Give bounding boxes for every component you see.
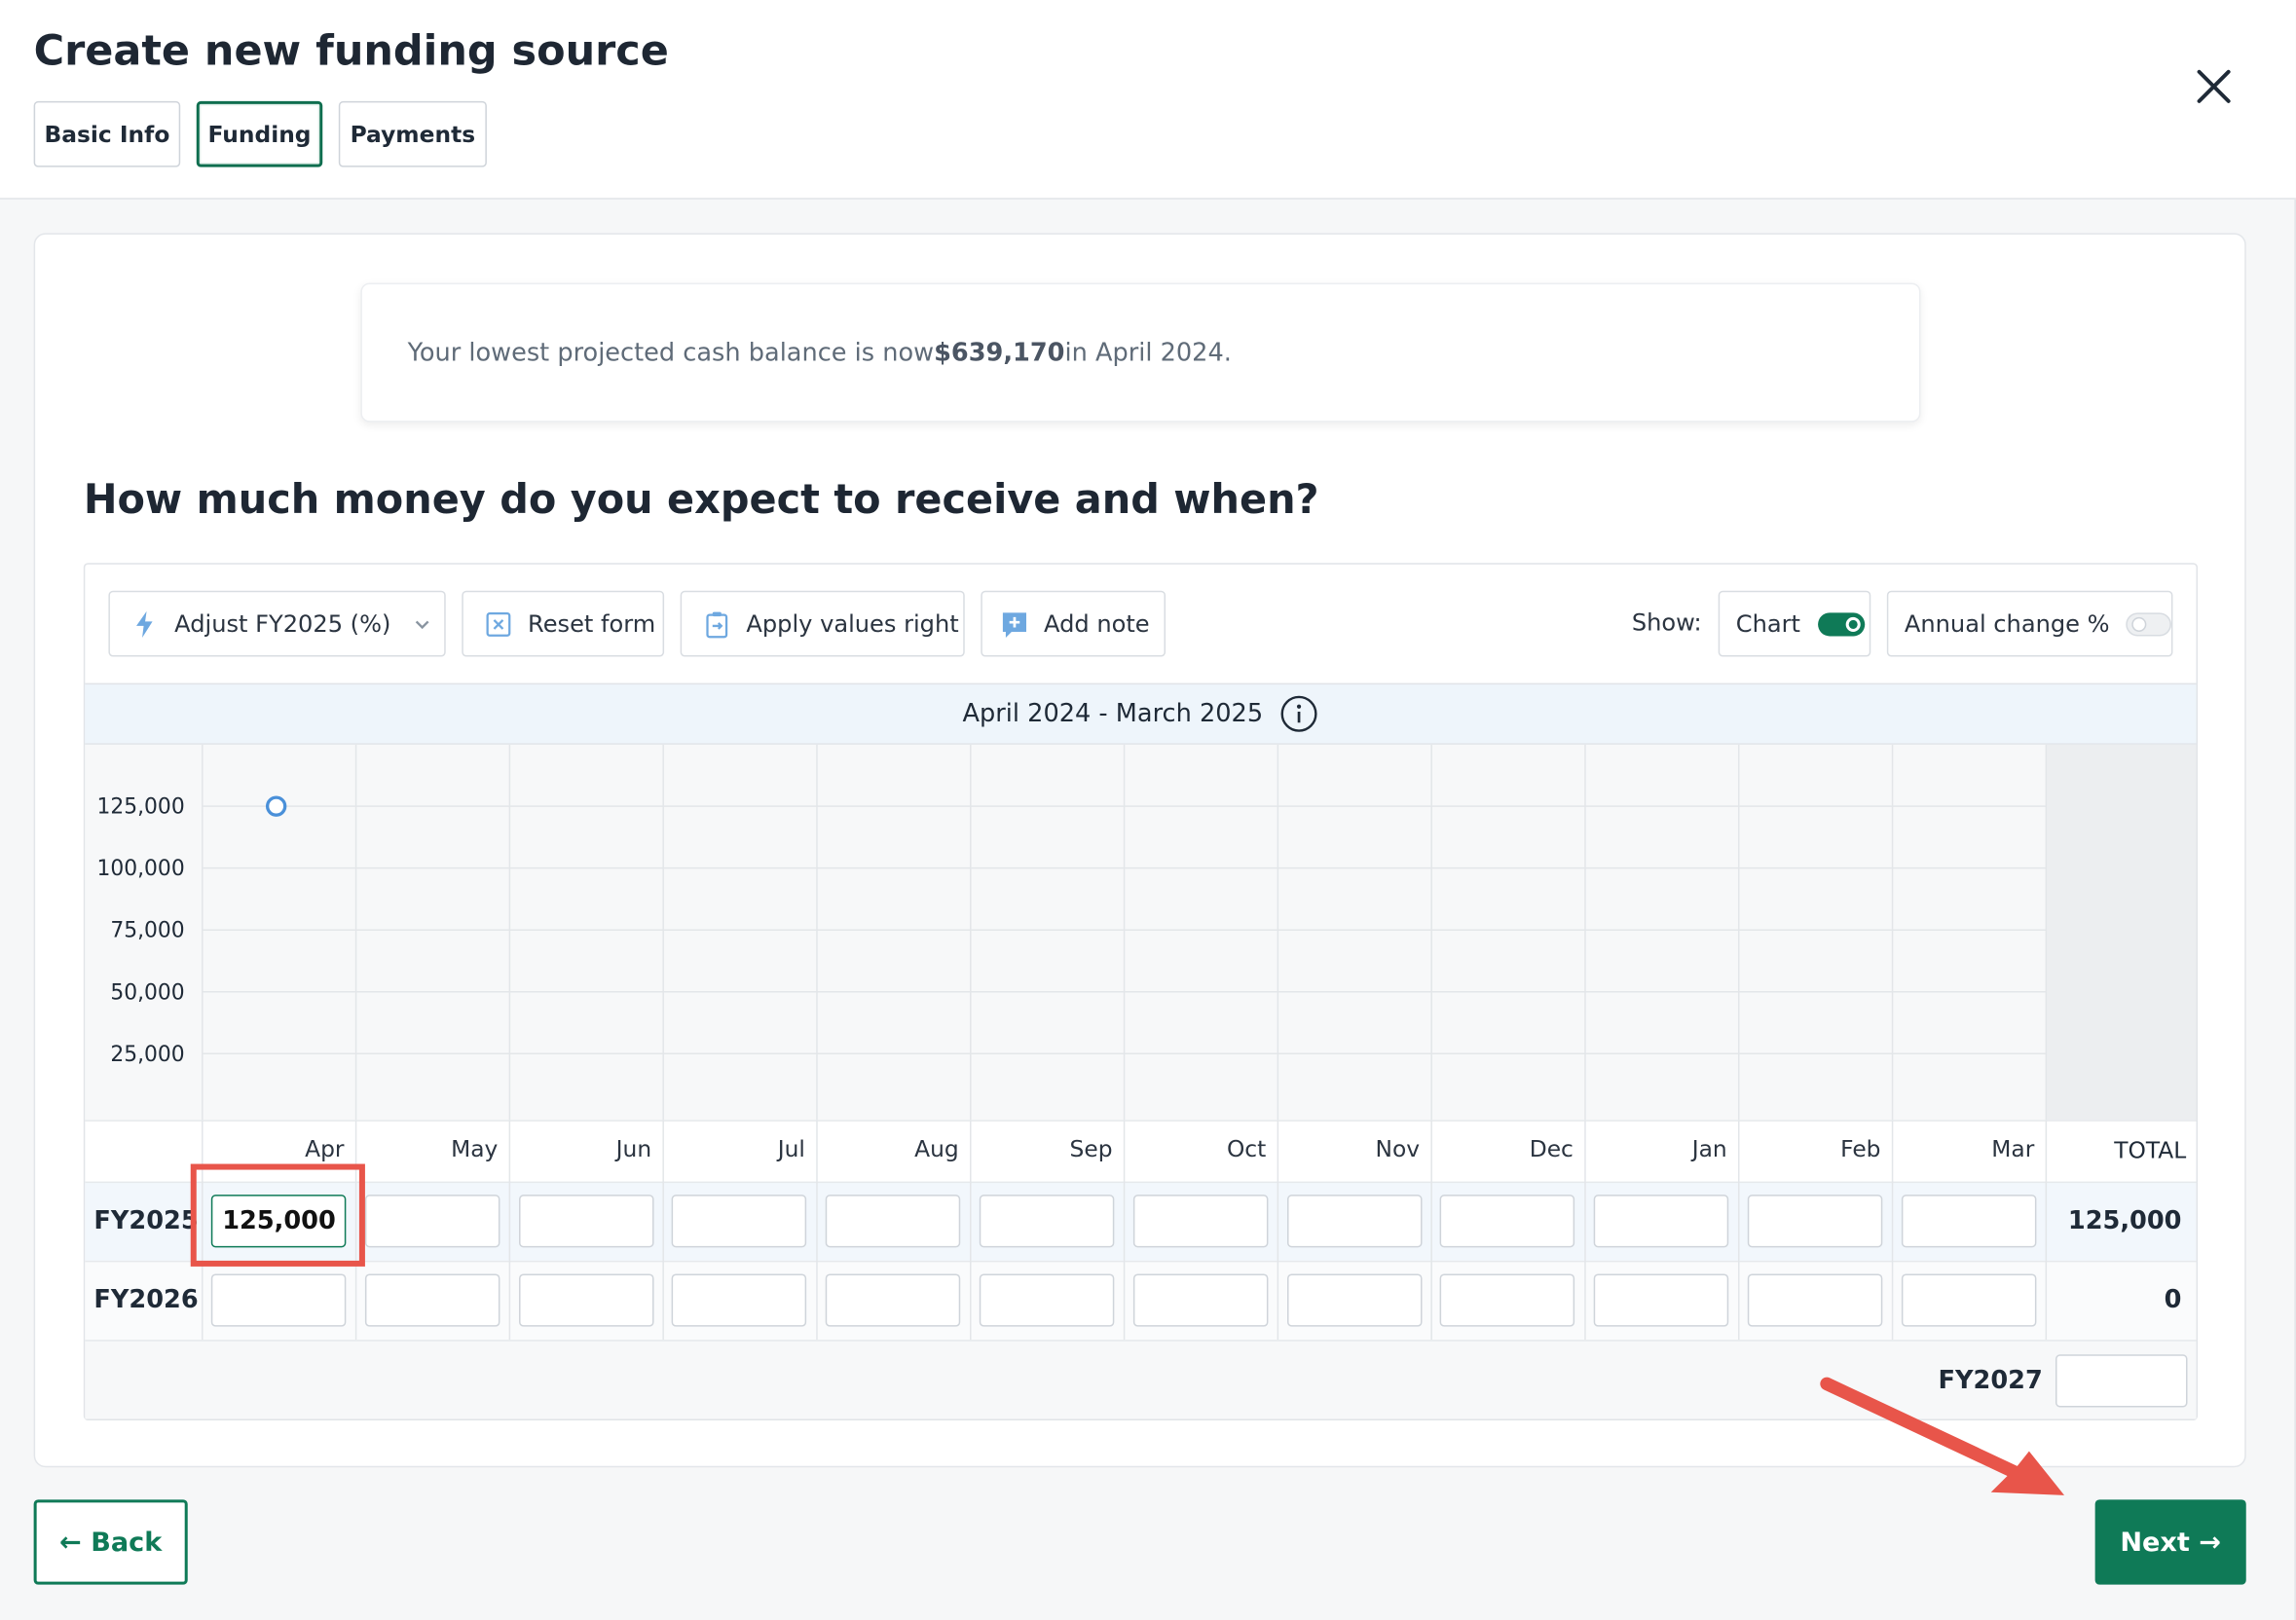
toggle-switch-on[interactable] [1818, 611, 1866, 636]
reset-icon [486, 611, 511, 637]
adjust-label: Adjust FY2025 (%) [174, 609, 391, 638]
header: Create new funding source Basic Info Fun… [0, 0, 2296, 200]
month-value-input[interactable] [518, 1195, 653, 1248]
adjust-dropdown[interactable]: Adjust FY2025 (%) [108, 590, 446, 657]
funding-chart: 125,000 100,000 75,000 50,000 25,000 [85, 744, 2197, 1121]
month-value-input[interactable] [1901, 1195, 2037, 1248]
month-value-input[interactable] [979, 1273, 1115, 1327]
month-value-input[interactable] [1593, 1195, 1729, 1248]
row-total: 125,000 [2067, 1206, 2182, 1236]
y-tick-label: 50,000 [110, 980, 184, 1005]
month-value-input[interactable] [1132, 1195, 1269, 1248]
month-value-input[interactable] [364, 1195, 500, 1248]
arrow-annotation-icon [1820, 1377, 2065, 1495]
add-note-button[interactable]: Add note [981, 590, 1167, 657]
month-value-input[interactable] [1440, 1273, 1575, 1327]
month-value-input[interactable] [1747, 1273, 1883, 1327]
month-value-input[interactable] [979, 1195, 1115, 1248]
period-label: April 2024 - March 2025 [962, 699, 1264, 729]
month-value-input[interactable] [1901, 1273, 2037, 1327]
month-value-input[interactable] [210, 1273, 347, 1327]
row-label: FY2025 [93, 1206, 199, 1236]
month-value-input[interactable] [1132, 1273, 1269, 1327]
notice-suffix: in April 2024. [1064, 338, 1232, 368]
month-header: Aug [914, 1135, 959, 1163]
month-header: Jul [777, 1135, 805, 1163]
month-value-input[interactable] [672, 1273, 807, 1327]
month-header: Mar [1991, 1135, 2035, 1163]
reset-label: Reset form [528, 609, 656, 638]
reset-form-button[interactable]: Reset form [462, 590, 665, 657]
lightning-icon [136, 610, 153, 638]
section-heading: How much money do you expect to receive … [83, 476, 1319, 524]
notice-prefix: Your lowest projected cash balance is no… [407, 338, 935, 368]
y-tick-label: 125,000 [96, 795, 184, 820]
highlight-box [190, 1163, 365, 1267]
apply-label: Apply values right [746, 609, 959, 638]
month-value-input[interactable] [1747, 1195, 1883, 1248]
tab-payments[interactable]: Payments [338, 100, 487, 167]
month-header: May [451, 1135, 499, 1163]
add-note-label: Add note [1044, 609, 1150, 638]
month-value-input[interactable] [364, 1273, 500, 1327]
month-value-input[interactable] [1440, 1195, 1575, 1248]
total-header: TOTAL [2114, 1137, 2187, 1164]
month-header: Apr [305, 1135, 345, 1163]
apply-values-right-button[interactable]: Apply values right [680, 590, 965, 657]
month-value-input[interactable] [518, 1273, 653, 1327]
annual-change-label: Annual change % [1904, 609, 2110, 638]
chevron-down-icon [415, 619, 428, 629]
month-header: Oct [1226, 1135, 1267, 1163]
row-label: FY2026 [93, 1285, 199, 1315]
clipboard-arrow-icon [706, 610, 728, 638]
info-icon[interactable] [1280, 695, 1318, 733]
y-tick-label: 25,000 [110, 1043, 184, 1067]
month-value-input[interactable] [1593, 1273, 1729, 1327]
page-title: Create new funding source [33, 26, 669, 75]
table-row: FY2025 125,000 [85, 1181, 2197, 1261]
month-value-input[interactable] [825, 1195, 961, 1248]
month-header: Nov [1375, 1135, 1421, 1163]
month-value-input[interactable] [825, 1273, 961, 1327]
close-icon[interactable] [2192, 64, 2236, 108]
chart-toggle[interactable]: Chart [1718, 590, 1871, 657]
funding-card: Your lowest projected cash balance is no… [33, 233, 2246, 1468]
show-label: Show: [1631, 608, 1702, 637]
month-header: Feb [1840, 1135, 1881, 1163]
tab-basic-info[interactable]: Basic Info [33, 100, 181, 167]
tab-funding[interactable]: Funding [196, 100, 323, 167]
period-bar: April 2024 - March 2025 [85, 682, 2197, 745]
data-point[interactable] [265, 795, 287, 817]
month-value-input[interactable] [1286, 1273, 1422, 1327]
month-header: Jan [1691, 1135, 1727, 1163]
next-button[interactable]: Next → [2094, 1499, 2246, 1585]
month-header: Jun [615, 1135, 652, 1163]
row-total: 0 [2164, 1285, 2182, 1315]
app-window: Create new funding source Basic Info Fun… [0, 0, 2296, 1620]
month-header: Sep [1069, 1135, 1113, 1163]
toggle-switch-off[interactable] [2126, 611, 2171, 636]
month-header-row: Apr May Jun Jul Aug Sep Oct Nov Dec Jan Feb Mar TOT… [85, 1120, 2197, 1181]
funding-editor: Adjust FY2025 (%) Reset form Apply value… [83, 563, 2199, 1421]
chart-toggle-label: Chart [1735, 609, 1800, 638]
add-note-icon [1002, 611, 1026, 638]
month-header: Dec [1529, 1135, 1574, 1163]
month-value-input[interactable] [1286, 1195, 1422, 1248]
cash-balance-notice: Your lowest projected cash balance is no… [360, 282, 1921, 423]
total-column-background [2046, 744, 2197, 1121]
y-tick-label: 75,000 [110, 919, 184, 943]
y-tick-label: 100,000 [96, 857, 184, 881]
chart-background [85, 744, 2197, 1121]
notice-amount: $639,170 [934, 338, 1065, 368]
month-value-input[interactable] [672, 1195, 807, 1248]
annual-change-toggle[interactable]: Annual change % [1886, 590, 2173, 657]
back-button[interactable]: ← Back [33, 1499, 188, 1585]
table-row: FY2026 0 [85, 1260, 2197, 1341]
